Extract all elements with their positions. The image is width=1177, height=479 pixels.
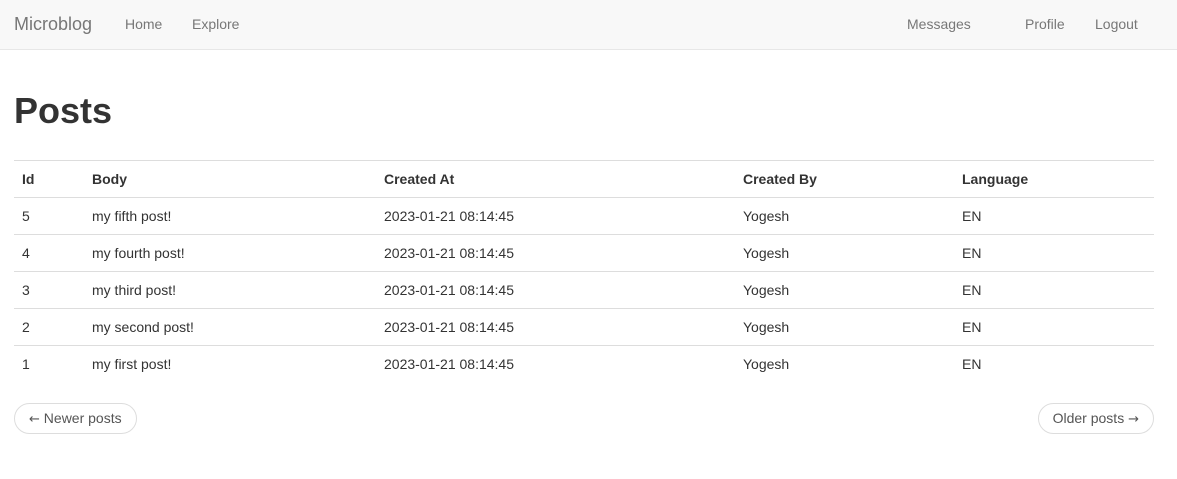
cell-language: EN xyxy=(954,345,1154,383)
table-row: 1 my first post! 2023-01-21 08:14:45 Yog… xyxy=(14,345,1154,383)
cell-created-by: Yogesh xyxy=(735,271,954,309)
nav-profile-link[interactable]: Profile xyxy=(1025,15,1065,33)
column-header-language: Language xyxy=(954,160,1154,198)
newer-posts-label: Newer posts xyxy=(43,410,122,426)
posts-table: Id Body Created At Created By Language 5… xyxy=(14,160,1154,383)
cell-body: my third post! xyxy=(84,271,376,309)
cell-id: 2 xyxy=(14,308,84,346)
cell-language: EN xyxy=(954,271,1154,309)
newer-posts-button[interactable]: ← Newer posts xyxy=(14,403,137,434)
table-row: 2 my second post! 2023-01-21 08:14:45 Yo… xyxy=(14,308,1154,346)
cell-created-at: 2023-01-21 08:14:45 xyxy=(376,197,735,235)
column-header-created-at: Created At xyxy=(376,160,735,198)
arrow-right-icon: → xyxy=(1128,412,1139,427)
cell-created-by: Yogesh xyxy=(735,197,954,235)
older-posts-label: Older posts xyxy=(1052,410,1125,426)
cell-id: 3 xyxy=(14,271,84,309)
cell-created-by: Yogesh xyxy=(735,308,954,346)
table-body: 5 my fifth post! 2023-01-21 08:14:45 Yog… xyxy=(14,197,1154,383)
cell-created-by: Yogesh xyxy=(735,345,954,383)
cell-created-at: 2023-01-21 08:14:45 xyxy=(376,308,735,346)
cell-language: EN xyxy=(954,308,1154,346)
navbar: Microblog Home Explore Messages Profile … xyxy=(0,0,1177,50)
nav-explore-link[interactable]: Explore xyxy=(192,15,239,33)
cell-created-at: 2023-01-21 08:14:45 xyxy=(376,345,735,383)
cell-body: my second post! xyxy=(84,308,376,346)
arrow-left-icon: ← xyxy=(29,412,40,427)
table-row: 4 my fourth post! 2023-01-21 08:14:45 Yo… xyxy=(14,234,1154,272)
column-header-created-by: Created By xyxy=(735,160,954,198)
column-header-body: Body xyxy=(84,160,376,198)
cell-language: EN xyxy=(954,197,1154,235)
cell-body: my fifth post! xyxy=(84,197,376,235)
cell-created-by: Yogesh xyxy=(735,234,954,272)
table-row: 5 my fifth post! 2023-01-21 08:14:45 Yog… xyxy=(14,197,1154,235)
cell-id: 4 xyxy=(14,234,84,272)
page-title: Posts xyxy=(14,90,113,131)
column-header-id: Id xyxy=(14,160,84,198)
cell-id: 5 xyxy=(14,197,84,235)
cell-id: 1 xyxy=(14,345,84,383)
cell-language: EN xyxy=(954,234,1154,272)
table-header-row: Id Body Created At Created By Language xyxy=(14,160,1154,198)
cell-created-at: 2023-01-21 08:14:45 xyxy=(376,234,735,272)
table-header: Id Body Created At Created By Language xyxy=(14,160,1154,198)
nav-logout-link[interactable]: Logout xyxy=(1095,15,1138,33)
nav-messages-link[interactable]: Messages xyxy=(907,15,971,33)
cell-body: my fourth post! xyxy=(84,234,376,272)
nav-home-link[interactable]: Home xyxy=(125,15,162,33)
brand-link[interactable]: Microblog xyxy=(14,13,92,35)
cell-created-at: 2023-01-21 08:14:45 xyxy=(376,271,735,309)
table-row: 3 my third post! 2023-01-21 08:14:45 Yog… xyxy=(14,271,1154,309)
older-posts-button[interactable]: Older posts → xyxy=(1037,403,1154,434)
cell-body: my first post! xyxy=(84,345,376,383)
